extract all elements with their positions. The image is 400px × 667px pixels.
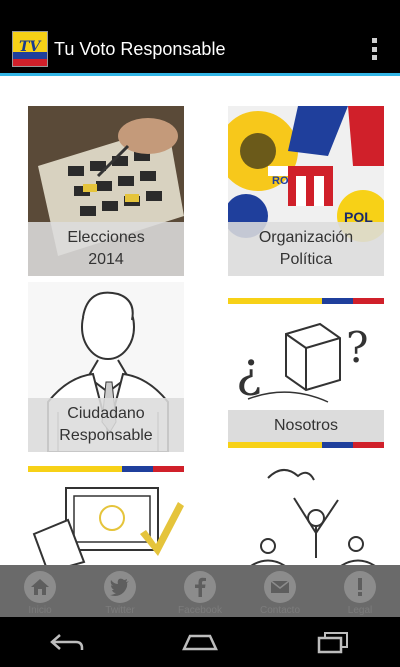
tile-organizacion-politica[interactable]: RO POL Organización Política <box>228 106 384 276</box>
home-icon <box>24 571 56 603</box>
celebration-sketch <box>228 458 384 565</box>
nav-item-facebook[interactable]: Facebook <box>160 565 240 617</box>
facebook-icon <box>184 571 216 603</box>
status-bar <box>0 0 400 25</box>
home-nav-icon <box>182 634 218 651</box>
tile-app-devices[interactable] <box>28 466 184 565</box>
nav-label: Facebook <box>178 605 222 616</box>
main-grid: Elecciones 2014 RO POL Organización Polí… <box>0 76 400 565</box>
home-button[interactable] <box>170 622 230 662</box>
svg-text:?: ? <box>346 323 369 372</box>
twitter-icon <box>104 571 136 603</box>
svg-text:¿: ¿ <box>236 342 262 398</box>
overflow-menu-icon[interactable] <box>370 38 378 60</box>
tile-nosotros[interactable]: ¿ ? Nosotros <box>228 298 384 448</box>
nav-label: Inicio <box>28 605 52 616</box>
app-logo-text: TV <box>19 39 41 55</box>
nav-item-inicio[interactable]: Inicio <box>0 565 80 617</box>
party-sign-ro: RO <box>272 175 289 187</box>
nav-item-twitter[interactable]: Twitter <box>80 565 160 617</box>
app-title: Tu Voto Responsable <box>54 38 226 59</box>
bottom-nav: Inicio Twitter Facebook Contacto Legal <box>0 565 400 617</box>
nav-label: Twitter <box>105 605 135 616</box>
tile-label: Elecciones 2014 <box>28 222 184 276</box>
back-button[interactable] <box>37 622 97 662</box>
app-logo[interactable]: TV <box>12 31 48 67</box>
mail-icon <box>264 571 296 603</box>
nav-label: Legal <box>347 605 373 616</box>
alert-icon <box>344 571 376 603</box>
tile-label: Organización Política <box>228 222 384 276</box>
nav-item-contacto[interactable]: Contacto <box>240 565 320 617</box>
question-box-sketch: ¿ ? <box>236 322 369 403</box>
tile-label: Ciudadano Responsable <box>28 398 184 452</box>
recents-icon <box>318 632 349 654</box>
recents-button[interactable] <box>303 622 363 662</box>
action-bar: TV Tu Voto Responsable <box>0 25 400 73</box>
tile-celebration[interactable] <box>228 458 384 565</box>
tile-label: Nosotros <box>228 410 384 442</box>
tile-ciudadano-responsable[interactable]: Ciudadano Responsable <box>28 282 184 452</box>
tile-elecciones-2014[interactable]: Elecciones 2014 <box>28 106 184 276</box>
system-nav-bar <box>0 617 400 667</box>
nav-item-legal[interactable]: Legal <box>320 565 400 617</box>
devices-sketch <box>32 487 184 565</box>
back-icon <box>49 634 83 650</box>
nav-label: Contacto <box>259 605 301 616</box>
